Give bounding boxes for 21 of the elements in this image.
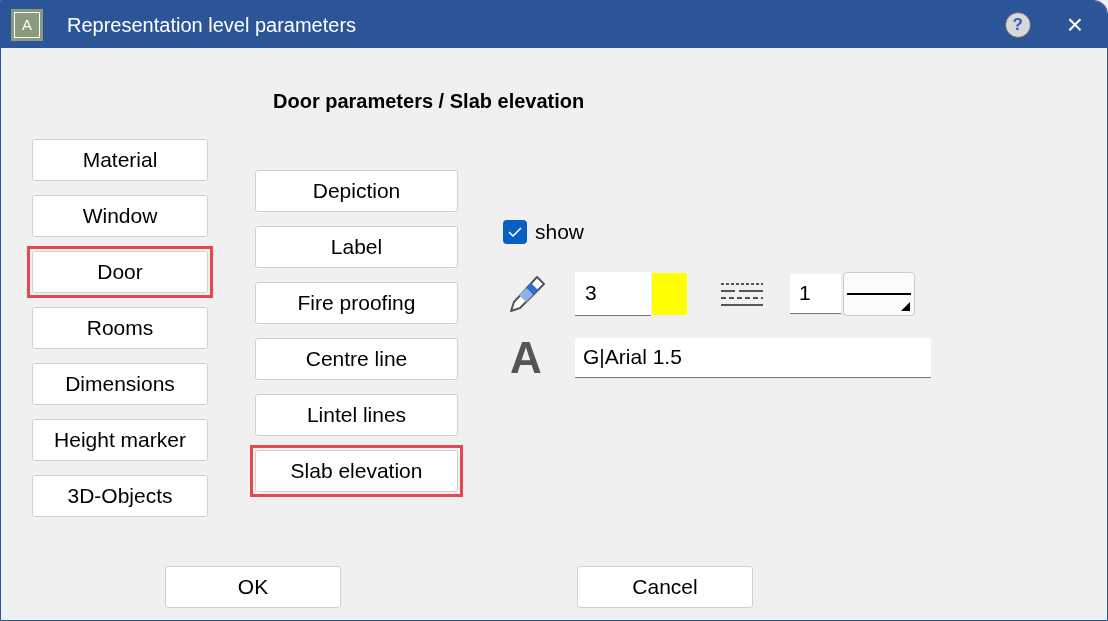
help-button[interactable]: ? [1004, 11, 1031, 38]
line-type-dropdown[interactable] [843, 271, 915, 316]
category-button[interactable]: Door [27, 246, 213, 298]
app-icon: A [11, 8, 43, 41]
dropdown-arrow-icon [901, 301, 910, 311]
show-label: show [535, 219, 585, 245]
check-icon [508, 226, 522, 237]
pencil-icon [507, 273, 547, 314]
cancel-button[interactable]: Cancel [577, 566, 753, 608]
ok-button[interactable]: OK [165, 566, 341, 608]
section-heading: Door parameters / Slab elevation [273, 89, 585, 114]
line-field[interactable]: 1 [790, 273, 841, 314]
show-checkbox[interactable] [503, 219, 527, 244]
color-swatch[interactable] [652, 272, 687, 315]
font-icon: A [510, 335, 544, 380]
pen-field[interactable]: 3 [575, 271, 651, 316]
line-style-icon [721, 280, 763, 307]
close-button[interactable]: × [1066, 10, 1083, 39]
window-title: Representation level parameters [67, 12, 357, 38]
subcategory-button[interactable]: Slab elevation [250, 445, 463, 497]
font-field[interactable]: G|Arial 1.5 [575, 337, 931, 378]
